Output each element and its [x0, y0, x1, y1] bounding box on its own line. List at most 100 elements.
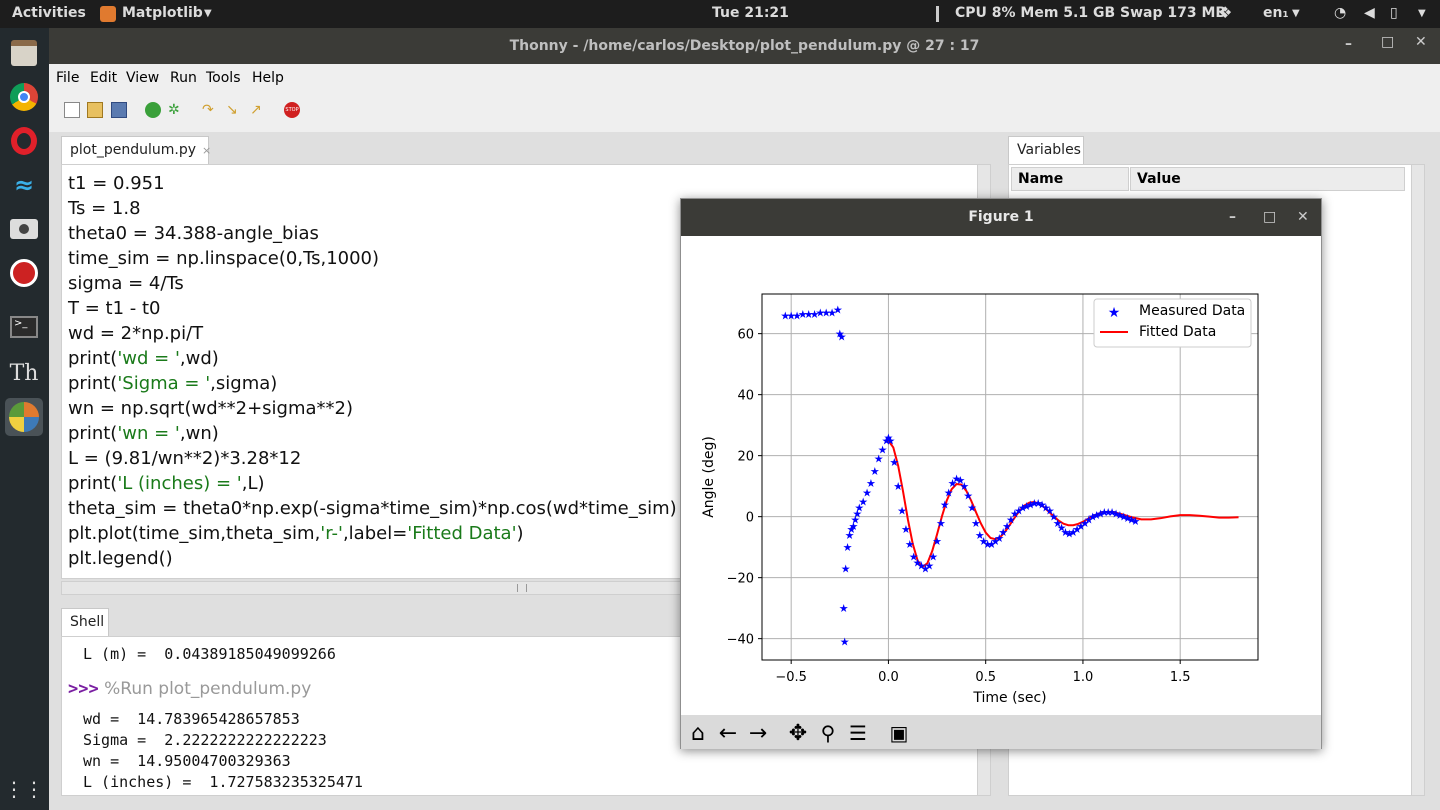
tab-close-icon[interactable]: × [202, 144, 211, 157]
menu-tools[interactable]: Tools [206, 70, 241, 86]
new-icon[interactable] [64, 102, 80, 118]
thonny-icon[interactable]: Th [5, 354, 43, 392]
run-icon[interactable] [145, 102, 161, 118]
volume-icon[interactable]: ◀ [1364, 5, 1375, 21]
measured-data-point: ★ [839, 602, 849, 615]
measured-data-point: ★ [893, 480, 903, 493]
measured-data-point: ★ [963, 489, 973, 502]
figure-minimize-icon[interactable]: – [1229, 199, 1236, 236]
measured-data-point: ★ [901, 523, 911, 536]
code-line: L = (9.81/wn**2)*3.28*12 [68, 448, 302, 469]
measured-data-point: ★ [833, 303, 843, 316]
pan-icon[interactable]: ✥ [785, 720, 811, 746]
menu-edit[interactable]: Edit [90, 70, 117, 86]
tab-plot-pendulum[interactable]: plot_pendulum.py × [61, 136, 211, 165]
language-indicator[interactable]: en₁ [1263, 5, 1289, 21]
figure-title-bar: Figure 1 – □ ✕ [681, 199, 1321, 236]
forward-icon[interactable]: → [745, 720, 771, 746]
maximize-icon[interactable]: □ [1381, 34, 1394, 50]
variables-tab-label: Variables [1017, 142, 1081, 158]
shell-output-line: L (inches) = 1.727583235325471 [83, 773, 363, 791]
terminal-icon[interactable]: >_ [5, 308, 43, 346]
code-line: theta_sim = theta0*np.exp(-sigma*time_si… [68, 498, 677, 519]
save-figure-icon[interactable]: ▣ [886, 720, 912, 746]
figure-maximize-icon[interactable]: □ [1263, 199, 1276, 236]
code-line: Ts = 1.8 [68, 198, 141, 219]
y-tick-label: 60 [737, 328, 754, 343]
measured-data-point: ★ [905, 538, 915, 551]
code-line: print('wd = ',wd) [68, 348, 219, 369]
menu-run[interactable]: Run [170, 70, 197, 86]
matplotlib-icon[interactable] [5, 398, 43, 436]
column-header-name[interactable]: Name [1011, 167, 1129, 191]
plot-canvas[interactable]: −0.5 0.0 0.5 1.0 1.5−40−200204060 ★★★★★★★★★★… [681, 237, 1321, 715]
shell-output-line: wd = 14.783965428657853 [83, 710, 300, 728]
column-header-value[interactable]: Value [1130, 167, 1405, 191]
debug-icon[interactable]: ✲ [168, 102, 184, 118]
home-icon[interactable]: ⌂ [685, 720, 711, 746]
shell-tab-label: Shell [70, 614, 105, 630]
show-applications-icon[interactable]: ⋮⋮ [4, 770, 44, 808]
menu-file[interactable]: File [56, 70, 79, 86]
variables-scrollbar[interactable] [1411, 164, 1425, 796]
menu-view[interactable]: View [126, 70, 159, 86]
measured-data-point: ★ [971, 517, 981, 530]
files-icon[interactable] [5, 34, 43, 72]
measured-data-point: ★ [840, 636, 850, 649]
activities-button[interactable]: Activities [12, 5, 86, 21]
measured-data-point: ★ [870, 465, 880, 478]
system-monitor[interactable]: CPU 8% Mem 5.1 GB Swap 173 MB [955, 5, 1226, 21]
tab-shell[interactable]: Shell [61, 608, 109, 637]
zoom-icon[interactable]: ⚲ [815, 720, 841, 746]
code-line: plt.plot(time_sim,theta_sim,'r-',label='… [68, 523, 524, 544]
chrome-icon[interactable] [5, 78, 43, 116]
y-tick-label: 0 [746, 511, 754, 526]
camera-icon[interactable] [5, 210, 43, 248]
code-line: t1 = 0.951 [68, 173, 165, 194]
stop-icon[interactable]: STOP [284, 102, 300, 118]
step-over-icon[interactable]: ↷ [202, 102, 218, 118]
menu-help[interactable]: Help [252, 70, 284, 86]
figure-window: Figure 1 – □ ✕ −0.5 0.0 0.5 1.0 1.5 −40 −20 0 20… [680, 198, 1322, 749]
scroll-thumb[interactable] [517, 584, 527, 592]
shell-prompt: >>> [68, 679, 99, 699]
back-icon[interactable]: ← [715, 720, 741, 746]
measured-data-point: ★ [897, 505, 907, 518]
x-tick-label: 1.0 [1073, 670, 1094, 685]
axes-frame [761, 293, 1259, 661]
close-icon[interactable]: ✕ [1415, 34, 1427, 50]
open-icon[interactable] [87, 102, 103, 118]
opera-icon[interactable] [5, 122, 43, 160]
code-line: print('Sigma = ',sigma) [68, 373, 278, 394]
dolphin-icon[interactable]: ≈ [5, 166, 43, 204]
x-axis-label: Time (sec) [972, 690, 1046, 706]
figure-close-icon[interactable]: ✕ [1297, 199, 1309, 236]
x-tick-label: 1.5 [1170, 670, 1191, 685]
menu-bar: File Edit View Run Tools Help [49, 64, 1440, 92]
step-out-icon[interactable]: ↗ [250, 102, 266, 118]
measured-data-point: ★ [1131, 515, 1141, 528]
step-into-icon[interactable]: ↘ [226, 102, 242, 118]
battery-icon[interactable]: ▯ [1390, 5, 1398, 21]
system-menu-chevron-icon[interactable]: ▼ [1418, 8, 1426, 19]
configure-icon[interactable]: ☰ [845, 720, 871, 746]
wifi-icon[interactable]: ◔ [1334, 5, 1346, 21]
dropbox-icon[interactable]: ❖ [1218, 3, 1232, 22]
app-red-icon[interactable] [5, 254, 43, 292]
tab-label: plot_pendulum.py [70, 142, 196, 158]
minimize-icon[interactable]: – [1345, 36, 1352, 52]
save-icon[interactable] [111, 102, 127, 118]
measured-data-point: ★ [936, 517, 946, 530]
y-tick-label: 40 [737, 389, 754, 404]
shell-command: %Run plot_pendulum.py [104, 679, 312, 699]
legend: ★ Measured Data Fitted Data [1093, 298, 1252, 348]
measured-data-point: ★ [837, 331, 847, 344]
shell-prev-output: L (m) = 0.04389185049099266 [83, 645, 336, 663]
tab-variables[interactable]: Variables [1008, 136, 1084, 165]
measured-data-point: ★ [843, 541, 853, 554]
app-menu[interactable]: Matplotlib [122, 5, 203, 21]
title-bar: Thonny - /home/carlos/Desktop/plot_pendu… [49, 28, 1440, 64]
chevron-down-icon: ▼ [204, 8, 212, 19]
clock[interactable]: Tue 21:21 [712, 5, 789, 21]
measured-data-point: ★ [889, 456, 899, 469]
